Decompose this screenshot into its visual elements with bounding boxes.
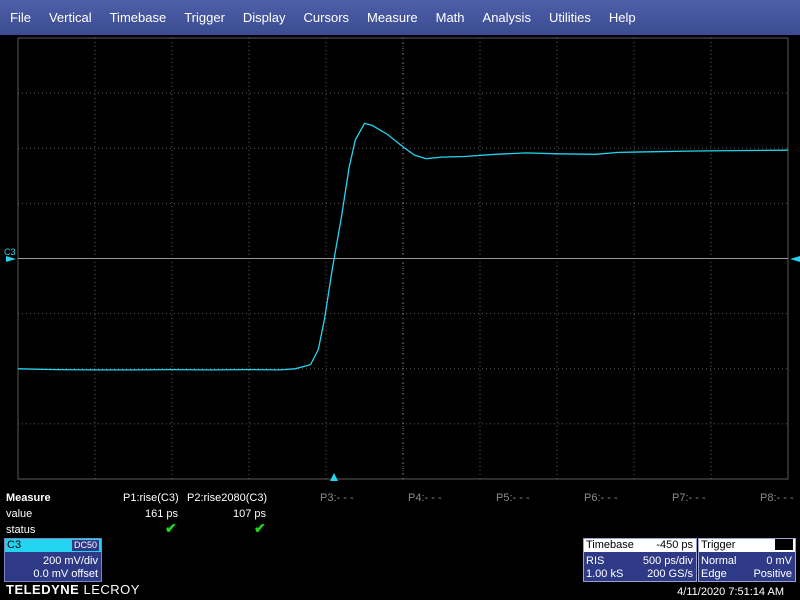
timebase-header: Timebase -450 ps [584, 539, 696, 552]
param-p3-name[interactable]: P3:- - - [320, 492, 354, 504]
param-p2-name[interactable]: P2:rise2080(C3) [187, 492, 267, 504]
trigger-level: 0 mV [766, 555, 792, 567]
status-row-label: status [6, 524, 36, 536]
trigger-slope: Positive [753, 568, 792, 580]
param-p7-name[interactable]: P7:- - - [672, 492, 706, 504]
timebase-samples: 1.00 kS [586, 568, 624, 580]
menu-file[interactable]: File [0, 10, 40, 25]
menu-help[interactable]: Help [600, 10, 645, 25]
channel-descriptor-box[interactable]: C3 DC50 200 mV/div 0.0 mV offset [4, 538, 102, 582]
menu-cursors[interactable]: Cursors [295, 10, 359, 25]
menu-timebase[interactable]: Timebase [101, 10, 176, 25]
channel-descriptor-header: C3 DC50 [5, 539, 101, 552]
trigger-mode: Normal [701, 555, 737, 567]
trigger-position-marker[interactable] [330, 473, 338, 481]
param-p1-status-check-icon: ✔ [165, 520, 177, 536]
brand-light: LECROY [83, 582, 140, 597]
brand-bold: TELEDYNE [6, 582, 80, 597]
brand-logo: TELEDYNE LECROY [6, 582, 140, 597]
timebase-per-div: 500 ps/div [642, 555, 693, 567]
menu-trigger[interactable]: Trigger [175, 10, 234, 25]
menu-math[interactable]: Math [427, 10, 474, 25]
timebase-title: Timebase [586, 539, 634, 551]
trigger-descriptor-box[interactable]: Trigger C3 Normal 0 mV Edge Positive [698, 538, 796, 582]
trigger-source-badge: C3 [774, 538, 793, 550]
trigger-header: Trigger C3 [699, 539, 795, 552]
param-p5-name[interactable]: P5:- - - [496, 492, 530, 504]
channel-ground-marker-right[interactable] [790, 256, 800, 262]
channel-name: C3 [7, 539, 22, 551]
param-p2-status-check-icon: ✔ [254, 520, 266, 536]
timebase-mode: RIS [586, 555, 605, 567]
menu-utilities[interactable]: Utilities [540, 10, 600, 25]
param-p4-name[interactable]: P4:- - - [408, 492, 442, 504]
channel-scale: 200 mV/div [42, 555, 98, 567]
menu-analysis[interactable]: Analysis [474, 10, 540, 25]
menu-vertical[interactable]: Vertical [40, 10, 101, 25]
trigger-title: Trigger [701, 539, 736, 551]
trigger-type: Edge [701, 568, 727, 580]
coupling-badge: DC50 [71, 540, 99, 551]
timebase-descriptor-box[interactable]: Timebase -450 ps RIS 500 ps/div 1.00 kS … [583, 538, 697, 582]
graticule [17, 37, 789, 480]
measure-title: Measure [6, 492, 51, 504]
param-p8-name[interactable]: P8:- - - [760, 492, 794, 504]
timebase-delay: -450 ps [656, 539, 693, 551]
date-time: 4/11/2020 7:51:14 AM [677, 586, 784, 598]
channel-offset: 0.0 mV offset [33, 568, 98, 580]
menu-measure[interactable]: Measure [358, 10, 427, 25]
menu-display[interactable]: Display [234, 10, 295, 25]
waveform-display[interactable]: C3 [0, 35, 800, 482]
menu-bar: File Vertical Timebase Trigger Display Cursor… [0, 0, 800, 35]
param-p1-name[interactable]: P1:rise(C3) [123, 492, 179, 504]
param-p1-value: 161 ps [144, 508, 178, 520]
channel-marker-label: C3 [4, 247, 16, 257]
param-p6-name[interactable]: P6:- - - [584, 492, 618, 504]
param-p2-value: 107 ps [232, 508, 266, 520]
timebase-rate: 200 GS/s [647, 568, 693, 580]
value-row-label: value [6, 508, 33, 520]
